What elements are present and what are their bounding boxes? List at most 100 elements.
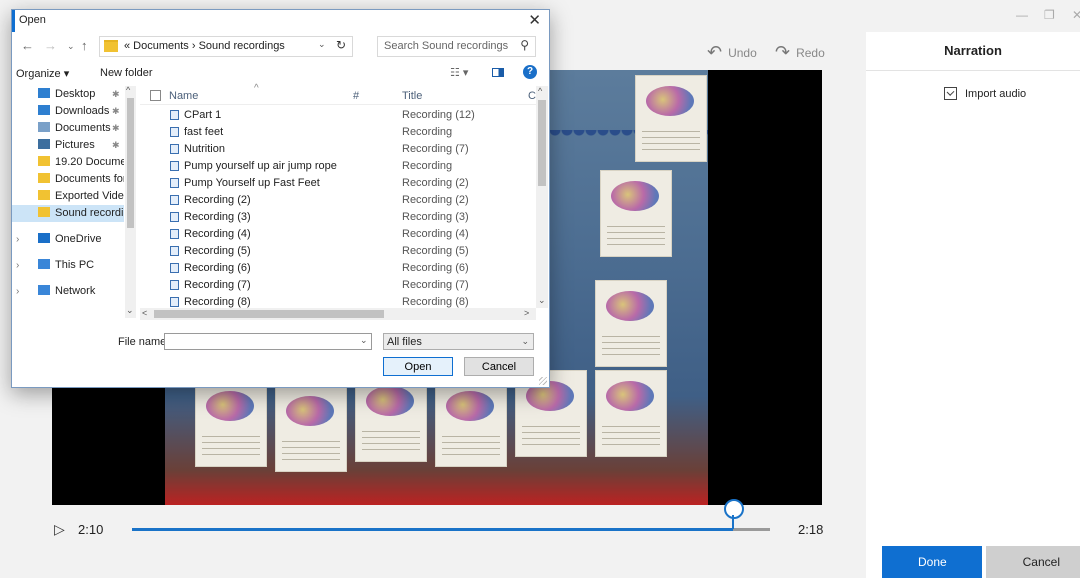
horizontal-scroll-thumb[interactable] [154,310,384,318]
nav-item[interactable]: 19.20 Document [12,154,124,171]
file-name: Pump Yourself up Fast Feet [184,177,320,189]
redo-button[interactable]: ↷ Redo [775,42,825,63]
close-app-icon[interactable]: ✕ [1072,8,1080,22]
nav-item[interactable]: Documents ✱ [12,120,124,137]
sort-ascending-icon: ^ [254,83,259,94]
dialog-titlebar: Open ✕ [12,10,549,32]
onedrive-icon [38,233,50,243]
nav-item[interactable]: › This PC [12,257,124,274]
column-title[interactable]: Title [402,90,422,102]
nav-item[interactable]: Desktop ✱ [12,86,124,103]
search-icon[interactable]: ⚲ [520,38,529,52]
scroll-left-icon[interactable]: < [142,308,147,318]
help-icon[interactable]: ? [523,65,537,79]
chevron-down-icon[interactable]: ⌄ [360,335,368,346]
new-folder-button[interactable]: New folder [100,67,153,79]
dialog-accent [12,10,15,32]
close-icon[interactable]: ✕ [528,11,541,29]
chevron-down-icon[interactable]: ⌄ [318,39,326,50]
file-title: Recording (7) [402,143,469,155]
column-number[interactable]: # [353,90,359,102]
preview-pane-icon[interactable] [492,68,504,77]
scroll-down-icon[interactable]: ⌄ [126,305,134,316]
undo-button[interactable]: ↶ Undo [707,42,757,63]
refresh-icon[interactable]: ↻ [336,38,346,52]
file-row[interactable]: fast feet Recording [140,124,536,141]
column-name[interactable]: Name [169,90,198,102]
cancel-narration-button[interactable]: Cancel [986,546,1080,578]
organize-menu[interactable]: Organize ▾ [16,67,69,80]
select-all-checkbox[interactable] [150,90,161,101]
audio-file-icon [170,110,179,120]
chevron-right-icon[interactable]: › [16,283,19,300]
open-button[interactable]: Open [383,357,453,376]
file-row[interactable]: Recording (4) Recording (4) [140,226,536,243]
chevron-right-icon[interactable]: › [16,257,19,274]
nav-scroll-thumb[interactable] [127,98,134,228]
audio-file-icon [170,195,179,205]
nav-item[interactable]: Pictures ✱ [12,137,124,154]
file-scroll-thumb[interactable] [538,100,546,186]
up-arrow-icon[interactable]: ↑ [81,38,88,53]
address-path[interactable]: « Documents › Sound recordings [124,40,285,52]
nav-item[interactable]: Downloads ✱ [12,103,124,120]
import-audio-button[interactable]: Import audio [944,87,1026,100]
scroll-up-icon[interactable]: ^ [538,86,542,96]
folder-icon [38,173,50,183]
audio-file-icon [170,161,179,171]
nav-item[interactable]: Documents for T [12,171,124,188]
search-input[interactable]: Search Sound recordings ⚲ [377,36,536,57]
nav-item-label: Exported Videos [55,190,124,202]
done-button[interactable]: Done [882,546,982,578]
scroll-up-icon[interactable]: ^ [126,86,130,95]
file-row[interactable]: Pump Yourself up Fast Feet Recording (2) [140,175,536,192]
file-name-input[interactable] [164,333,372,350]
folder-icon [38,207,50,217]
file-type-select[interactable]: All files ⌄ [383,333,534,350]
pictures-icon [38,139,50,149]
minimize-icon[interactable]: — [1016,8,1028,22]
column-header: ^ Name # Title C [140,83,536,105]
view-options-icon[interactable]: ☷ ▾ [450,66,468,79]
cancel-button[interactable]: Cancel [464,357,534,376]
back-arrow-icon[interactable]: ← [21,38,34,53]
nav-item[interactable]: › Network [12,283,124,300]
audio-file-icon [170,263,179,273]
forward-arrow-icon[interactable]: → [44,38,57,53]
maximize-icon[interactable]: ❐ [1044,8,1055,22]
folder-icon [38,190,50,200]
play-icon[interactable]: ▷ [54,521,65,538]
nav-item[interactable]: Exported Videos [12,188,124,205]
nav-item-label: Sound recording [55,207,124,219]
command-bar: Organize ▾ New folder ☷ ▾ ? [12,62,549,84]
file-name: Pump yourself up air jump rope [184,160,337,172]
nav-item[interactable]: Sound recording [12,205,124,222]
playhead-line [732,515,734,529]
recent-locations-icon[interactable]: ⌄ [67,41,75,52]
column-more[interactable]: C [528,90,536,102]
nav-item-label: Downloads [55,105,110,117]
audio-file-icon [170,229,179,239]
file-row[interactable]: CPart 1 Recording (12) [140,107,536,124]
address-bar[interactable]: « Documents › Sound recordings ⌄ ↻ [99,36,353,57]
scrub-handle[interactable] [724,499,744,519]
file-row[interactable]: Recording (5) Recording (5) [140,243,536,260]
file-list-scrollbar[interactable]: ^ ⌄ [536,86,548,308]
file-row[interactable]: Pump yourself up air jump rope Recording [140,158,536,175]
chevron-down-icon[interactable]: ⌄ [521,336,529,347]
nav-item-label: Pictures [55,139,95,151]
file-row[interactable]: Recording (6) Recording (6) [140,260,536,277]
scroll-down-icon[interactable]: ⌄ [538,295,546,306]
nav-scrollbar[interactable]: ^ ⌄ [125,86,136,318]
file-name: fast feet [184,126,224,138]
file-row[interactable]: Nutrition Recording (7) [140,141,536,158]
scroll-right-icon[interactable]: > [524,308,529,318]
nav-item[interactable]: › OneDrive [12,231,124,248]
file-row[interactable]: Recording (3) Recording (3) [140,209,536,226]
resize-grip[interactable] [539,377,547,385]
file-row[interactable]: Recording (7) Recording (7) [140,277,536,294]
scrub-track[interactable] [132,499,770,531]
file-row[interactable]: Recording (2) Recording (2) [140,192,536,209]
chevron-right-icon[interactable]: › [16,231,19,248]
horizontal-scrollbar[interactable]: < > [140,308,536,320]
